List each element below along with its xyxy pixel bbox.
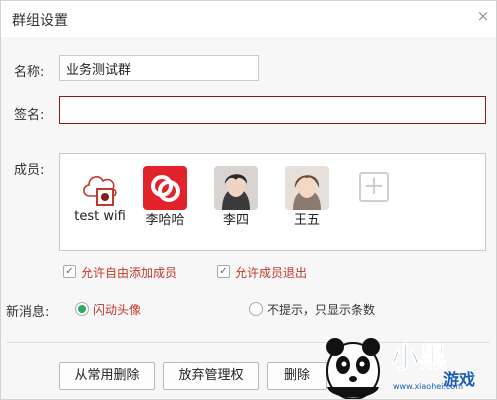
members-panel: test wifi 李哈哈 李四 王五 +: [59, 153, 486, 251]
member-name: 李哈哈: [145, 213, 185, 228]
window-title: 群组设置: [12, 13, 68, 29]
member-lisi[interactable]: 李四: [204, 160, 268, 240]
new-message-label: 新消息:: [6, 305, 50, 320]
member-lihaha[interactable]: 李哈哈: [133, 160, 197, 240]
signature-label: 签名:: [14, 108, 45, 123]
give-up-admin-button[interactable]: 放弃管理权: [163, 362, 259, 390]
photo-avatar: [214, 166, 258, 210]
member-name: 李四: [222, 213, 249, 228]
members-label: 成员:: [14, 163, 45, 178]
allow-add-checkbox[interactable]: ✓: [63, 265, 76, 278]
name-label: 名称:: [14, 65, 45, 80]
owner-badge-icon: [96, 188, 114, 206]
xiaohei-watermark-logo: 小黑 游戏 www.xiaohei.com: [321, 327, 496, 399]
group-settings-window: 群组设置 × 名称: 签名: 成员: test wifi: [0, 0, 497, 400]
allow-exit-checkbox[interactable]: ✓: [217, 265, 230, 278]
flash-avatar-radio[interactable]: [75, 302, 89, 316]
remove-from-common-button[interactable]: 从常用删除: [59, 362, 155, 390]
member-name: 王五: [293, 213, 320, 228]
allow-exit-label: 允许成员退出: [235, 266, 308, 280]
watermark-text: 小黑: [391, 341, 447, 374]
add-member-button[interactable]: +: [359, 172, 389, 202]
count-only-radio[interactable]: [249, 302, 263, 316]
member-test-wifi[interactable]: test wifi: [68, 160, 132, 240]
member-wangwu[interactable]: 王五: [275, 160, 339, 240]
close-icon[interactable]: ×: [474, 7, 492, 25]
watermark-url: www.xiaohei.com: [393, 382, 463, 391]
count-only-label: 不提示，只显示条数: [267, 303, 376, 317]
delete-button[interactable]: 删除: [267, 362, 327, 390]
group-name-input[interactable]: [59, 55, 259, 81]
flash-avatar-label: 闪动头像: [93, 303, 142, 317]
member-name: test wifi: [74, 209, 126, 224]
allow-add-label: 允许自由添加成员: [81, 266, 178, 280]
title-bar: 群组设置 ×: [1, 1, 496, 37]
red-chat-logo-icon: [143, 166, 187, 210]
photo-avatar: [285, 166, 329, 210]
signature-input[interactable]: [59, 96, 486, 124]
